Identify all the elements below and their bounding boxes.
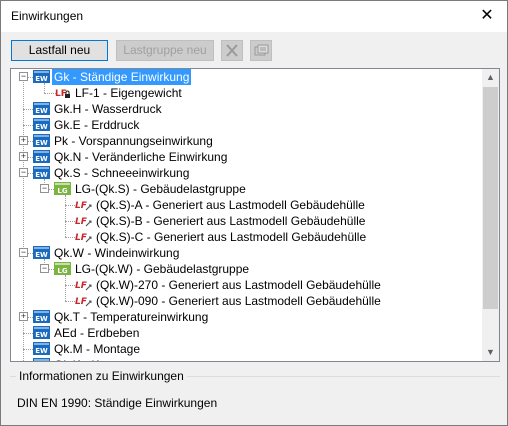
new-load-group-button[interactable]: Lastgruppe neu [116,40,214,61]
tree-item-label: Qk.W - Windeinwirkung [54,246,180,260]
tree-item[interactable]: − LG LG-(Qk.S) - Gebäudelastgruppe [11,181,482,197]
svg-text:EW: EW [35,331,48,339]
lf-generated-icon: LF [75,198,92,211]
delete-x-icon [226,44,238,57]
expand-icon[interactable]: + [19,152,28,161]
vertical-scrollbar[interactable]: ▲ ▼ [482,69,499,361]
tree-item[interactable]: LF (Qk.S)-C - Generiert aus Lastmodell Ge… [11,229,482,245]
close-button[interactable]: ✕ [475,5,499,27]
svg-text:EW: EW [35,171,48,179]
tree-item-label: (Qk.W)-090 - Generiert aus Lastmodell Ge… [96,294,381,308]
collapse-icon[interactable]: − [19,248,28,257]
tree-item[interactable]: − EW Qk.W - Windeinwirkung [11,245,482,261]
tree-item-label: Qk.N - Veränderliche Einwirkung [54,150,228,164]
ew-icon: EW [33,150,50,163]
tree-item[interactable]: EWQk.K - Kran [11,357,482,361]
lf-generated-icon: LF [75,278,92,291]
ew-icon: EW [33,246,50,259]
lf-generated-icon: LF [75,230,92,243]
expand-icon[interactable]: + [19,312,28,321]
tree-item-label: Gk - Ständige Einwirkung [52,69,192,85]
svg-text:EW: EW [35,75,48,83]
tree-item-label: LG-(Qk.S) - Gebäudelastgruppe [75,182,246,196]
tree-item[interactable]: LF (Qk.W)-270 - Generiert aus Lastmodell … [11,277,482,293]
lg-icon: LG [54,182,71,195]
tree-item-label: (Qk.W)-270 - Generiert aus Lastmodell Ge… [96,278,381,292]
collapse-icon[interactable]: − [19,72,28,81]
tree-item[interactable]: + EW Qk.N - Veränderliche Einwirkung [11,149,482,165]
svg-text:EW: EW [35,155,48,163]
tree-item[interactable]: + EW Qk.T - Temperatureinwirkung [11,309,482,325]
tree-item[interactable]: LF LF-1 - Eigengewicht [11,85,482,101]
properties-button[interactable] [250,40,272,61]
ew-icon: EW [33,102,50,115]
tree-content: − EW Gk - Ständige Einwirkung LF LF-1 - Eige… [11,69,482,361]
scrollbar-thumb[interactable] [483,87,498,309]
tree-item-label: (Qk.S)-C - Generiert aus Lastmodell Gebä… [96,230,367,244]
ew-icon: EW [33,134,50,147]
ew-icon: EW [33,70,50,83]
ew-icon: EW [33,118,50,131]
new-load-case-button[interactable]: Lastfall neu [11,40,108,61]
einwirkungen-tree[interactable]: − EW Gk - Ständige Einwirkung LF LF-1 - Eige… [10,68,500,362]
lf-locked-icon: LF [54,86,71,99]
ew-icon: EW [33,358,50,361]
properties-icon [254,44,269,56]
chevron-down-icon: ▼ [486,347,495,357]
tree-item-label: Qk.T - Temperatureinwirkung [54,310,209,324]
ew-icon: EW [33,166,50,179]
info-groupbox: Informationen zu Einwirkungen DIN EN 199… [10,369,500,419]
tree-item[interactable]: − EW Qk.S - Schneeeinwirkung [11,165,482,181]
svg-text:EW: EW [35,315,48,323]
info-text: DIN EN 1990: Ständige Einwirkungen [17,396,218,410]
ew-icon: EW [33,310,50,323]
collapse-icon[interactable]: − [40,184,49,193]
delete-button[interactable] [221,40,243,61]
tree-item-label: AEd - Erdbeben [54,326,140,340]
ew-icon: EW [33,326,50,339]
tree-item[interactable]: LF (Qk.S)-B - Generiert aus Lastmodell Ge… [11,213,482,229]
tree-item[interactable]: LF (Qk.W)-090 - Generiert aus Lastmodell … [11,293,482,309]
collapse-icon[interactable]: − [19,168,28,177]
svg-text:EW: EW [35,251,48,259]
svg-text:LG: LG [57,267,67,275]
tree-item-label: Pk - Vorspannungseinwirkung [54,134,213,148]
lf-generated-icon: LF [75,294,92,307]
scroll-up-button[interactable]: ▲ [482,69,499,86]
lg-icon: LG [54,262,71,275]
info-title: Informationen zu Einwirkungen [16,369,187,383]
tree-item-label: Qk.K - Kran [52,357,119,361]
svg-text:EW: EW [35,347,48,355]
tree-item-label: (Qk.S)-B - Generiert aus Lastmodell Gebä… [96,214,366,228]
tree-item[interactable]: + EW Pk - Vorspannungseinwirkung [11,133,482,149]
lf-generated-icon: LF [75,214,92,227]
tree-item-label: Qk.M - Montage [54,342,141,356]
close-icon: ✕ [480,7,494,24]
tree-item-label: LG-(Qk.W) - Gebäudelastgruppe [75,262,250,276]
tree-item[interactable]: EW Qk.M - Montage [11,341,482,357]
window-title: Einwirkungen [11,9,84,23]
svg-text:EW: EW [35,123,48,131]
ew-icon: EW [33,342,50,355]
tree-item-label: (Qk.S)-A - Generiert aus Lastmodell Gebä… [96,198,365,212]
tree-item[interactable]: EW Gk.H - Wasserdruck [11,101,482,117]
collapse-icon[interactable]: − [40,264,49,273]
tree-item-label: Qk.S - Schneeeinwirkung [54,166,190,180]
chevron-up-icon: ▲ [486,72,495,82]
scroll-down-button[interactable]: ▼ [482,344,499,361]
title-bar: Einwirkungen ✕ [1,1,507,32]
svg-text:EW: EW [35,107,48,115]
tree-item-label: Gk.H - Wasserdruck [54,102,162,116]
svg-text:LG: LG [57,187,67,195]
einwirkungen-dialog: Einwirkungen ✕ Lastfall neu Lastgruppe n… [0,0,508,426]
tree-item[interactable]: − EW Gk - Ständige Einwirkung [11,69,482,85]
tree-item-label: Gk.E - Erddruck [54,118,140,132]
tree-item[interactable]: − LG LG-(Qk.W) - Gebäudelastgruppe [11,261,482,277]
tree-item[interactable]: LF (Qk.S)-A - Generiert aus Lastmodell Ge… [11,197,482,213]
tree-item[interactable]: EW AEd - Erdbeben [11,325,482,341]
tree-item-label: LF-1 - Eigengewicht [75,86,182,100]
expand-icon[interactable]: + [19,136,28,145]
tree-item[interactable]: EW Gk.E - Erddruck [11,117,482,133]
svg-text:EW: EW [35,139,48,147]
